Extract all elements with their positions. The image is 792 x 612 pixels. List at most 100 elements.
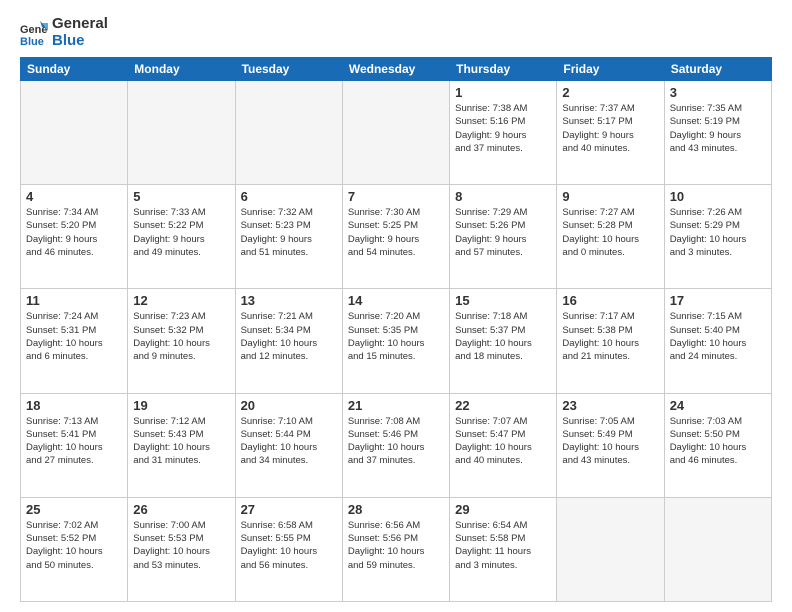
day-info: Sunrise: 7:07 AMSunset: 5:47 PMDaylight:…	[455, 415, 551, 468]
day-info: Sunrise: 7:30 AMSunset: 5:25 PMDaylight:…	[348, 206, 444, 259]
day-info: Sunrise: 7:12 AMSunset: 5:43 PMDaylight:…	[133, 415, 229, 468]
day-info: Sunrise: 6:56 AMSunset: 5:56 PMDaylight:…	[348, 519, 444, 572]
day-number: 28	[348, 502, 444, 517]
calendar-cell	[128, 81, 235, 185]
calendar-cell: 21 Sunrise: 7:08 AMSunset: 5:46 PMDayligh…	[342, 393, 449, 497]
calendar-cell	[557, 497, 664, 601]
header: General Blue General Blue	[20, 16, 772, 49]
calendar-week-row: 4 Sunrise: 7:34 AMSunset: 5:20 PMDaylight…	[21, 185, 772, 289]
day-info: Sunrise: 7:34 AMSunset: 5:20 PMDaylight:…	[26, 206, 122, 259]
day-info: Sunrise: 7:32 AMSunset: 5:23 PMDaylight:…	[241, 206, 337, 259]
day-info: Sunrise: 7:18 AMSunset: 5:37 PMDaylight:…	[455, 310, 551, 363]
day-info: Sunrise: 7:33 AMSunset: 5:22 PMDaylight:…	[133, 206, 229, 259]
calendar-week-row: 1 Sunrise: 7:38 AMSunset: 5:16 PMDaylight…	[21, 81, 772, 185]
day-info: Sunrise: 7:13 AMSunset: 5:41 PMDaylight:…	[26, 415, 122, 468]
day-number: 17	[670, 293, 766, 308]
calendar-cell: 12Sunrise: 7:23 AMSunset: 5:32 PMDayligh…	[128, 289, 235, 393]
day-info: Sunrise: 7:00 AMSunset: 5:53 PMDaylight:…	[133, 519, 229, 572]
logo-text-general: General	[52, 16, 108, 33]
day-number: 16	[562, 293, 658, 308]
svg-text:Blue: Blue	[20, 36, 44, 47]
day-number: 15	[455, 293, 551, 308]
day-number: 18	[26, 398, 122, 413]
calendar-header-wednesday: Wednesday	[342, 58, 449, 81]
day-number: 24	[670, 398, 766, 413]
day-info: Sunrise: 7:02 AMSunset: 5:52 PMDaylight:…	[26, 519, 122, 572]
day-info: Sunrise: 7:27 AMSunset: 5:28 PMDaylight:…	[562, 206, 658, 259]
day-number: 3	[670, 85, 766, 100]
day-info: Sunrise: 7:08 AMSunset: 5:46 PMDaylight:…	[348, 415, 444, 468]
page: General Blue General Blue SundayMondayTu…	[0, 0, 792, 612]
calendar-cell: 22 Sunrise: 7:07 AMSunset: 5:47 PMDayligh…	[450, 393, 557, 497]
day-number: 29	[455, 502, 551, 517]
calendar-cell	[342, 81, 449, 185]
calendar-header-monday: Monday	[128, 58, 235, 81]
logo: General Blue General Blue	[20, 16, 108, 49]
day-info: Sunrise: 7:37 AMSunset: 5:17 PMDaylight:…	[562, 102, 658, 155]
day-info: Sunrise: 6:58 AMSunset: 5:55 PMDaylight:…	[241, 519, 337, 572]
day-info: Sunrise: 7:29 AMSunset: 5:26 PMDaylight:…	[455, 206, 551, 259]
day-number: 1	[455, 85, 551, 100]
day-info: Sunrise: 7:10 AMSunset: 5:44 PMDaylight:…	[241, 415, 337, 468]
day-number: 14	[348, 293, 444, 308]
calendar-table: SundayMondayTuesdayWednesdayThursdayFrid…	[20, 57, 772, 602]
calendar-cell: 25 Sunrise: 7:02 AMSunset: 5:52 PMDayligh…	[21, 497, 128, 601]
day-info: Sunrise: 7:24 AMSunset: 5:31 PMDaylight:…	[26, 310, 122, 363]
day-number: 10	[670, 189, 766, 204]
logo-icon: General Blue	[20, 19, 48, 47]
calendar-week-row: 25 Sunrise: 7:02 AMSunset: 5:52 PMDayligh…	[21, 497, 772, 601]
calendar-cell: 7 Sunrise: 7:30 AMSunset: 5:25 PMDaylight…	[342, 185, 449, 289]
day-info: Sunrise: 7:35 AMSunset: 5:19 PMDaylight:…	[670, 102, 766, 155]
calendar-cell: 3 Sunrise: 7:35 AMSunset: 5:19 PMDaylight…	[664, 81, 771, 185]
day-info: Sunrise: 7:20 AMSunset: 5:35 PMDaylight:…	[348, 310, 444, 363]
calendar-cell: 26 Sunrise: 7:00 AMSunset: 5:53 PMDayligh…	[128, 497, 235, 601]
calendar-cell: 5 Sunrise: 7:33 AMSunset: 5:22 PMDaylight…	[128, 185, 235, 289]
day-info: Sunrise: 7:38 AMSunset: 5:16 PMDaylight:…	[455, 102, 551, 155]
calendar-cell: 14 Sunrise: 7:20 AMSunset: 5:35 PMDayligh…	[342, 289, 449, 393]
calendar-cell: 4 Sunrise: 7:34 AMSunset: 5:20 PMDaylight…	[21, 185, 128, 289]
calendar-header-tuesday: Tuesday	[235, 58, 342, 81]
day-number: 6	[241, 189, 337, 204]
calendar-cell: 17 Sunrise: 7:15 AMSunset: 5:40 PMDayligh…	[664, 289, 771, 393]
day-number: 23	[562, 398, 658, 413]
day-number: 25	[26, 502, 122, 517]
day-number: 26	[133, 502, 229, 517]
calendar-cell: 11Sunrise: 7:24 AMSunset: 5:31 PMDayligh…	[21, 289, 128, 393]
day-number: 22	[455, 398, 551, 413]
calendar-cell	[21, 81, 128, 185]
calendar-cell: 15 Sunrise: 7:18 AMSunset: 5:37 PMDayligh…	[450, 289, 557, 393]
day-info: Sunrise: 7:17 AMSunset: 5:38 PMDaylight:…	[562, 310, 658, 363]
calendar-header-sunday: Sunday	[21, 58, 128, 81]
day-number: 7	[348, 189, 444, 204]
calendar-week-row: 11Sunrise: 7:24 AMSunset: 5:31 PMDayligh…	[21, 289, 772, 393]
calendar-cell: 10Sunrise: 7:26 AMSunset: 5:29 PMDayligh…	[664, 185, 771, 289]
day-number: 8	[455, 189, 551, 204]
calendar-cell: 8 Sunrise: 7:29 AMSunset: 5:26 PMDaylight…	[450, 185, 557, 289]
calendar-cell: 13 Sunrise: 7:21 AMSunset: 5:34 PMDayligh…	[235, 289, 342, 393]
calendar-cell: 6 Sunrise: 7:32 AMSunset: 5:23 PMDaylight…	[235, 185, 342, 289]
day-number: 27	[241, 502, 337, 517]
day-number: 5	[133, 189, 229, 204]
day-info: Sunrise: 7:21 AMSunset: 5:34 PMDaylight:…	[241, 310, 337, 363]
day-number: 4	[26, 189, 122, 204]
calendar-cell: 9Sunrise: 7:27 AMSunset: 5:28 PMDaylight…	[557, 185, 664, 289]
calendar-cell	[235, 81, 342, 185]
calendar-cell: 16 Sunrise: 7:17 AMSunset: 5:38 PMDayligh…	[557, 289, 664, 393]
calendar-cell: 28 Sunrise: 6:56 AMSunset: 5:56 PMDayligh…	[342, 497, 449, 601]
calendar-cell: 20 Sunrise: 7:10 AMSunset: 5:44 PMDayligh…	[235, 393, 342, 497]
day-number: 19	[133, 398, 229, 413]
day-info: Sunrise: 7:05 AMSunset: 5:49 PMDaylight:…	[562, 415, 658, 468]
calendar-cell: 29 Sunrise: 6:54 AMSunset: 5:58 PMDayligh…	[450, 497, 557, 601]
logo-text-blue: Blue	[52, 33, 108, 50]
calendar-cell: 2 Sunrise: 7:37 AMSunset: 5:17 PMDaylight…	[557, 81, 664, 185]
calendar-cell: 27 Sunrise: 6:58 AMSunset: 5:55 PMDayligh…	[235, 497, 342, 601]
day-number: 2	[562, 85, 658, 100]
day-number: 21	[348, 398, 444, 413]
day-info: Sunrise: 7:23 AMSunset: 5:32 PMDaylight:…	[133, 310, 229, 363]
calendar-header-saturday: Saturday	[664, 58, 771, 81]
day-number: 13	[241, 293, 337, 308]
day-info: Sunrise: 7:15 AMSunset: 5:40 PMDaylight:…	[670, 310, 766, 363]
day-number: 20	[241, 398, 337, 413]
calendar-header-thursday: Thursday	[450, 58, 557, 81]
day-info: Sunrise: 6:54 AMSunset: 5:58 PMDaylight:…	[455, 519, 551, 572]
